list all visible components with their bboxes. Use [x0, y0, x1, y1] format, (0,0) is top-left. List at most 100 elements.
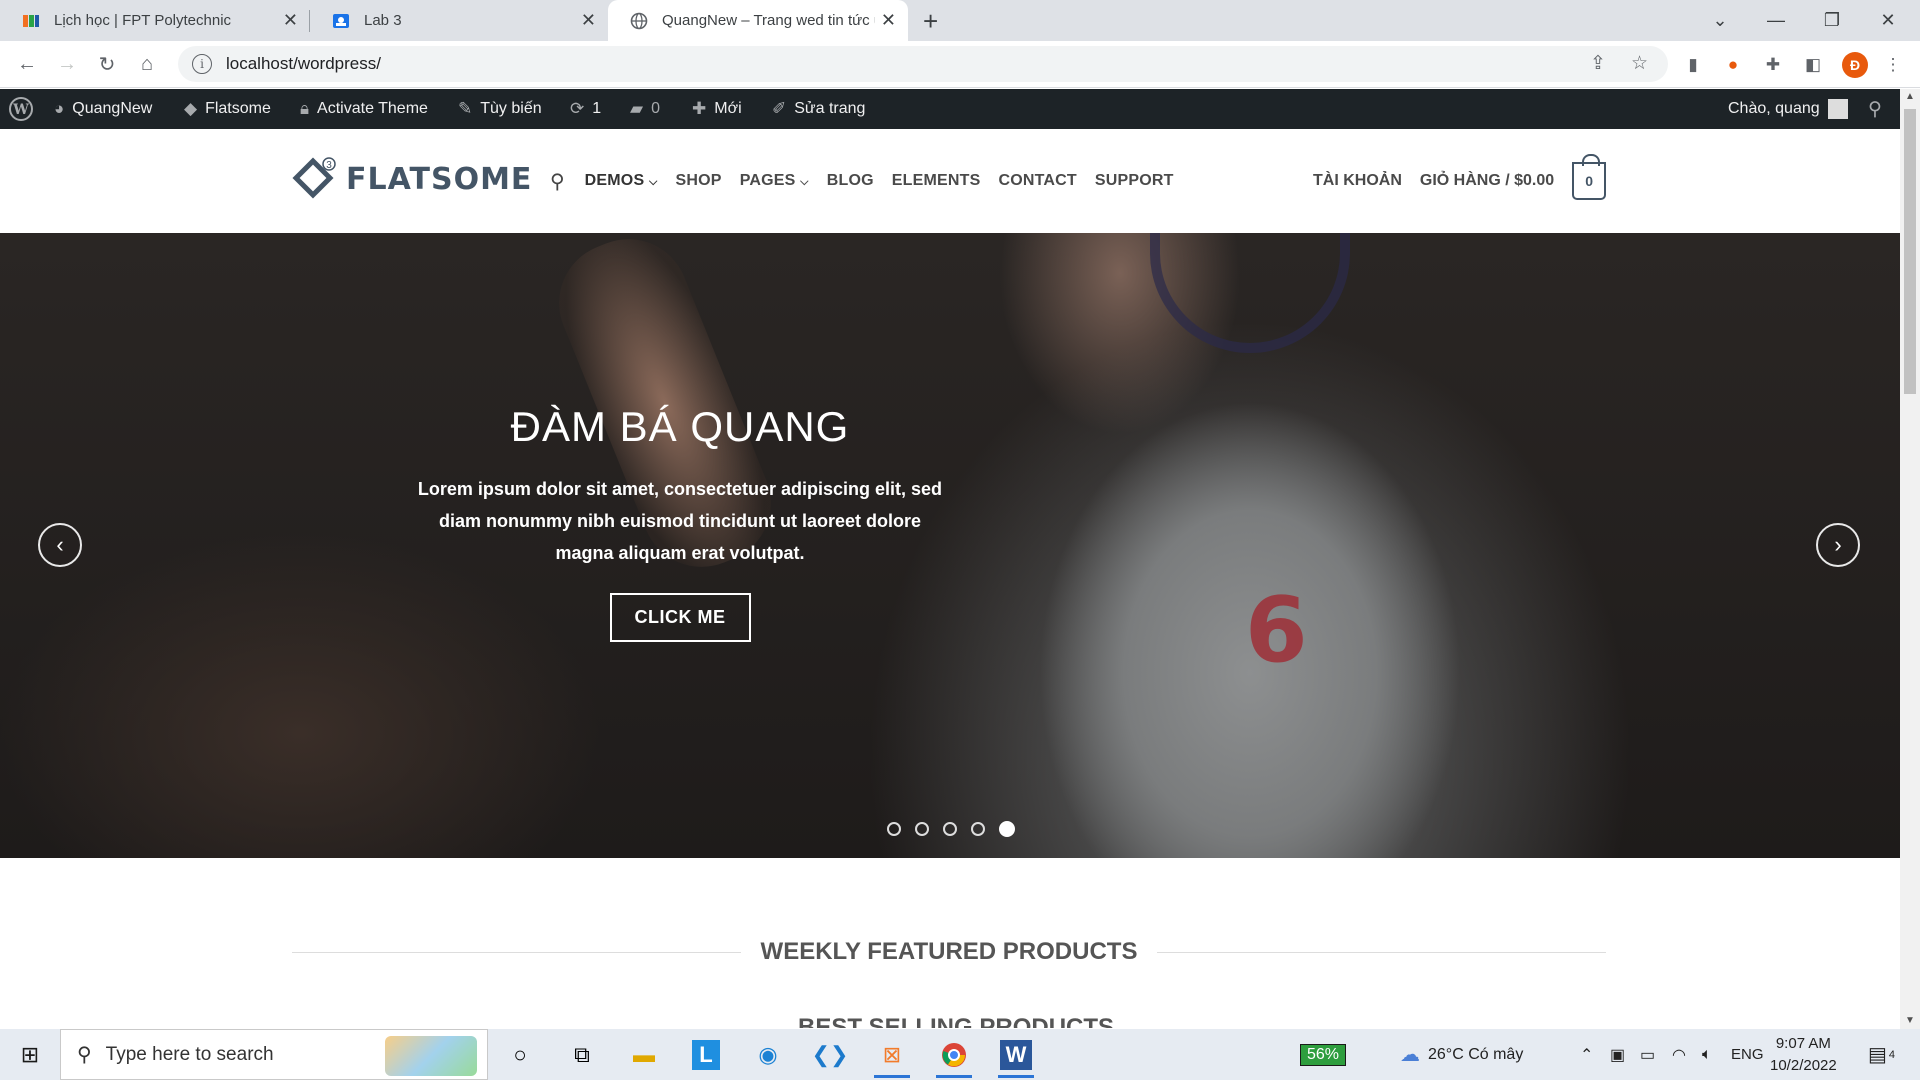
admin-edit-page[interactable]: ✐ Sửa trang [772, 89, 865, 129]
account-link[interactable]: TÀI KHOẢN [1313, 172, 1402, 190]
admin-flatsome[interactable]: ◆ Flatsome [184, 89, 271, 129]
close-tab-icon[interactable]: ✕ [283, 10, 298, 31]
language-indicator[interactable]: ENG [1731, 1029, 1764, 1080]
logo-text: FLATSOME [346, 161, 533, 197]
tab-quangnew[interactable]: QuangNew – Trang wed tin tức u ✕ [608, 0, 908, 41]
home-icon[interactable]: ⌂ [132, 49, 162, 79]
slider-dot[interactable] [887, 822, 901, 836]
close-tab-icon[interactable]: ✕ [881, 10, 896, 31]
back-icon[interactable]: ← [12, 49, 42, 79]
nav-contact[interactable]: CONTACT [998, 172, 1076, 190]
slider-dot[interactable] [971, 822, 985, 836]
nav-demos[interactable]: DEMOS ⌵ [585, 172, 658, 190]
edit-page-label: Sửa trang [794, 100, 866, 117]
click-me-button[interactable]: CLICK ME [609, 593, 751, 642]
windows-start-icon[interactable]: ⊞ [0, 1042, 60, 1068]
slider-next-icon[interactable]: › [1816, 523, 1860, 567]
forward-icon[interactable]: → [52, 49, 82, 79]
slider-dot-active[interactable] [999, 821, 1015, 837]
cortana-icon[interactable]: ○ [494, 1029, 546, 1080]
comment-icon: ▰ [630, 99, 644, 118]
edge-icon[interactable]: ◉ [742, 1029, 794, 1080]
browser-tab-strip: Lịch học | FPT Polytechnic ✕ Lab 3 ✕ Qua… [0, 0, 1920, 41]
divider [292, 951, 741, 953]
extension-icon[interactable]: ▮ [1682, 54, 1704, 76]
close-tab-icon[interactable]: ✕ [581, 10, 596, 31]
admin-updates[interactable]: ⟳ 1 [570, 89, 601, 129]
site-info-icon[interactable]: i [192, 54, 212, 74]
restore-icon[interactable]: ❐ [1804, 0, 1860, 41]
weather-widget[interactable]: ☁ 26°C Có mây [1400, 1029, 1523, 1080]
admin-customize[interactable]: ✎ Tùy biến [458, 89, 542, 129]
volume-icon[interactable]: 🔈︎ [1702, 1029, 1712, 1080]
cart-link[interactable]: GIỎ HÀNG / $0.00 [1420, 172, 1554, 190]
admin-activate-theme[interactable]: 🔒︎ Activate Theme [300, 89, 428, 129]
hero-text: Lorem ipsum dolor sit amet, consectetuer… [417, 479, 943, 563]
vscode-icon[interactable]: ❮❯ [804, 1029, 856, 1080]
customize-label: Tùy biến [480, 100, 542, 117]
search-icon[interactable]: ⚲ [550, 169, 565, 194]
tab-search-icon[interactable]: ⌄ [1692, 0, 1748, 41]
address-bar[interactable]: i localhost/wordpress/ ⇪ ☆ [178, 46, 1668, 82]
chevron-down-icon: ⌵ [800, 176, 809, 188]
extensions-puzzle-icon[interactable]: ✚ [1762, 54, 1784, 76]
file-explorer-icon[interactable]: ▬ [618, 1029, 670, 1080]
admin-site-name[interactable]: ◕ QuangNew [54, 89, 152, 129]
chevron-up-icon[interactable]: ⌃ [1580, 1029, 1593, 1080]
weather-text: 26°C Có mây [1428, 1045, 1524, 1063]
nav-pages[interactable]: PAGES ⌵ [740, 172, 809, 190]
admin-account[interactable]: Chào, quang [1728, 89, 1848, 129]
url-text[interactable]: localhost/wordpress/ [226, 54, 381, 74]
nav-pages-label: PAGES [739, 172, 796, 189]
new-tab-icon[interactable]: + [923, 6, 938, 37]
account-nav: TÀI KHOẢN GIỎ HÀNG / $0.00 0 [1313, 129, 1607, 233]
cart-count-badge[interactable]: 0 [1572, 154, 1607, 200]
profile-avatar[interactable]: Đ [1842, 52, 1868, 78]
scroll-down-icon[interactable]: ▼ [1905, 1015, 1915, 1026]
word-icon[interactable]: W [990, 1029, 1042, 1080]
wordpress-logo-icon[interactable]: W [8, 89, 34, 129]
flatsome-label: Flatsome [205, 100, 271, 117]
slider-dot[interactable] [915, 822, 929, 836]
slider-dot[interactable] [943, 822, 957, 836]
battery-indicator[interactable]: 56% [1300, 1029, 1347, 1080]
slider-prev-icon[interactable]: ‹ [38, 523, 82, 567]
scrollbar-thumb[interactable] [1904, 109, 1916, 394]
extension-bug-icon[interactable]: ● [1722, 54, 1744, 76]
admin-new[interactable]: ✚ Mới [692, 89, 742, 129]
task-view-icon[interactable]: ⧉ [556, 1029, 608, 1080]
menu-kebab-icon[interactable]: ⋮ [1882, 54, 1904, 76]
admin-search-icon[interactable]: ⚲ [1868, 89, 1882, 129]
bookmark-star-icon[interactable]: ☆ [1631, 52, 1648, 75]
minimize-icon[interactable]: — [1748, 0, 1804, 41]
close-window-icon[interactable]: ✕ [1860, 0, 1916, 41]
page-scrollbar[interactable]: ▲ ▼ [1900, 89, 1920, 1029]
meet-now-icon[interactable]: ▣ [1610, 1029, 1625, 1080]
battery-icon[interactable]: ▭ [1640, 1029, 1655, 1080]
comments-count: 0 [651, 100, 660, 117]
new-label: Mới [714, 100, 742, 117]
share-icon[interactable]: ⇪ [1590, 52, 1606, 75]
logo-badge: 3 [326, 160, 332, 171]
app-l-icon[interactable]: L [680, 1029, 732, 1080]
nav-elements[interactable]: ELEMENTS [892, 172, 981, 190]
reload-icon[interactable]: ↻ [92, 49, 122, 79]
nav-shop[interactable]: SHOP [676, 172, 722, 190]
side-panel-icon[interactable]: ◧ [1802, 54, 1824, 76]
wifi-icon[interactable]: ◠ [1672, 1029, 1686, 1080]
scroll-up-icon[interactable]: ▲ [1905, 91, 1915, 102]
plus-icon: ✚ [692, 99, 707, 118]
clock[interactable]: 9:07 AM 10/2/2022 [1770, 1033, 1837, 1077]
notifications-icon[interactable]: ▤ 4 [1868, 1029, 1895, 1080]
site-logo[interactable]: 3 FLATSOME [292, 157, 532, 201]
dashboard-icon: ◕ [54, 99, 65, 118]
nav-blog[interactable]: BLOG [827, 172, 874, 190]
xampp-icon[interactable]: ⊠ [866, 1029, 918, 1080]
admin-comments[interactable]: ▰ 0 [630, 89, 660, 129]
chrome-icon[interactable] [928, 1029, 980, 1080]
nav-support[interactable]: SUPPORT [1095, 172, 1174, 190]
taskbar-search[interactable]: ⚲ Type here to search [60, 1029, 488, 1080]
tab-title: QuangNew – Trang wed tin tức u [662, 12, 875, 29]
tab-lab3[interactable]: Lab 3 ✕ [310, 0, 608, 41]
tab-lich-hoc[interactable]: Lịch học | FPT Polytechnic ✕ [0, 0, 310, 41]
